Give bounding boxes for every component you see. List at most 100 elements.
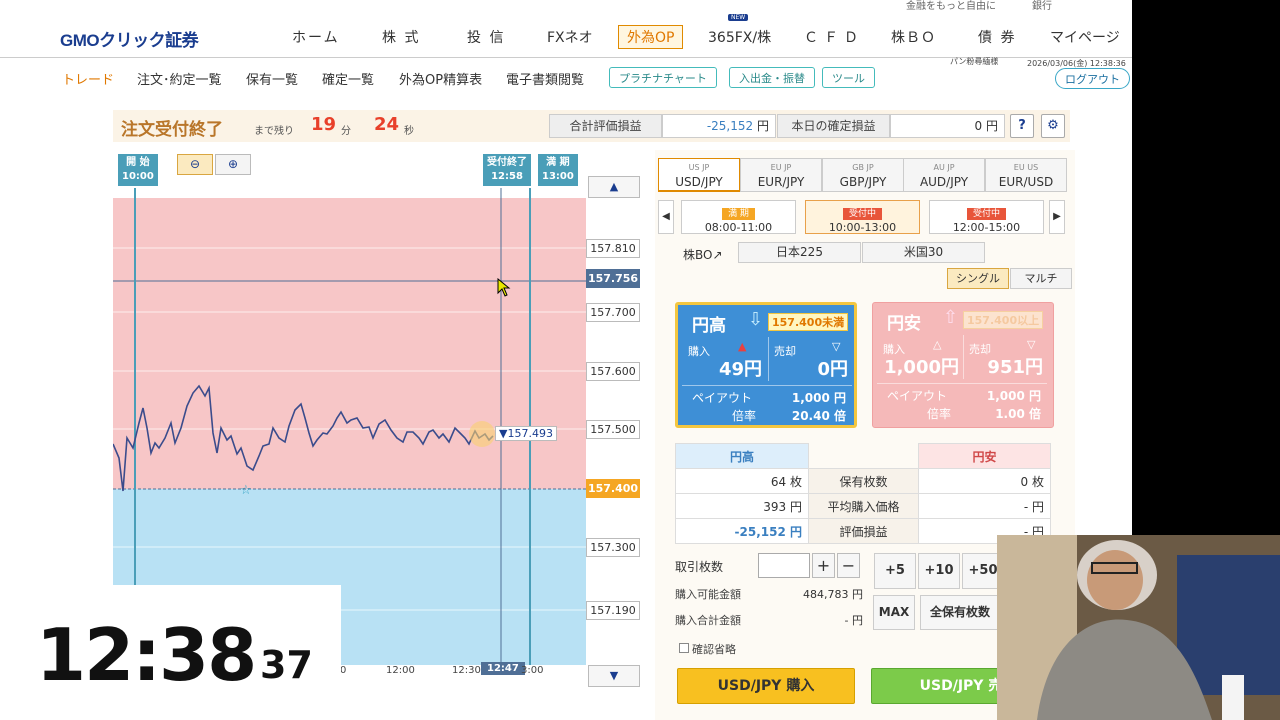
- webcam-image: [997, 535, 1280, 720]
- minus-button[interactable]: −: [837, 553, 860, 578]
- user-name: パン粉尋緬様: [950, 57, 999, 66]
- total-buy-value: - 円: [844, 614, 863, 627]
- slot-1000[interactable]: 受付中 10:00-13:00: [805, 200, 920, 234]
- table-row: -25,152 円 評価損益 - 円: [675, 518, 1051, 544]
- tools-button[interactable]: ツール: [822, 67, 875, 88]
- flag-icon: GB JP: [852, 163, 874, 172]
- pair-tab-eurjpy[interactable]: EU JP EUR/JPY: [740, 158, 822, 192]
- platinum-chart-button[interactable]: プラチナチャート: [609, 67, 717, 88]
- status-bar: 注文受付終了 まで残り 19 分 24 秒 合計評価損益 -25,152 円 本…: [113, 110, 1070, 142]
- scroll-down-button[interactable]: ▼: [588, 665, 640, 687]
- avail-label: 購入可能金額: [675, 588, 741, 601]
- zoom-out-icon[interactable]: ⊖: [177, 154, 213, 175]
- single-mode-button[interactable]: シングル: [947, 268, 1009, 289]
- payout-label: ペイアウト: [692, 391, 753, 405]
- kabubo-link[interactable]: 株BO↗: [683, 246, 723, 263]
- nikkei225-button[interactable]: 日本225: [738, 242, 861, 263]
- slot-1200[interactable]: 受付中 12:00-15:00: [929, 200, 1044, 234]
- trading-app: 金融をもっと自由に 銀行 GMOクリック証券 ホーム 株 式 投 信 FXネオ …: [0, 0, 1132, 720]
- payout-value: 1,000 円: [986, 389, 1041, 403]
- card-divider: [682, 385, 852, 386]
- nav-stocks[interactable]: 株 式: [382, 27, 420, 47]
- deposit-button[interactable]: 入出金・振替: [729, 67, 815, 88]
- slot-0800[interactable]: 満 期 08:00-11:00: [681, 200, 796, 234]
- clock-hm: 12:38: [36, 613, 257, 697]
- nav-funds[interactable]: 投 信: [467, 27, 505, 47]
- scroll-up-button[interactable]: ▲: [588, 176, 640, 198]
- strike-tag: 157.400: [586, 479, 640, 498]
- x-label-1230: 12:30: [452, 665, 481, 676]
- gear-icon[interactable]: ⚙: [1041, 114, 1065, 138]
- nav-kabubo[interactable]: 株ＢＯ: [891, 27, 936, 47]
- minutes-unit: 分: [341, 126, 351, 137]
- subnav-documents[interactable]: 電子書類閲覧: [506, 69, 584, 88]
- slot-prev-icon[interactable]: ◀: [658, 200, 674, 234]
- flag-icon: AU JP: [933, 163, 955, 172]
- table-row: 64 枚 保有枚数 0 枚: [675, 468, 1051, 494]
- dow30-button[interactable]: 米国30: [862, 242, 985, 263]
- pair-tab-audjpy[interactable]: AU JP AUD/JPY: [903, 158, 985, 192]
- arrow-up-icon: ⇧: [943, 307, 959, 328]
- skip-confirm-checkbox[interactable]: [679, 643, 689, 653]
- triangle-down-icon: ▽: [832, 340, 841, 353]
- subnav-holdings[interactable]: 保有一覧: [246, 69, 298, 88]
- price-tick-157190: 157.190: [586, 601, 640, 620]
- sell-price: 951円: [987, 357, 1043, 378]
- remain-label: まで残り: [254, 126, 294, 137]
- nav-mypage[interactable]: マイページ: [1050, 27, 1120, 47]
- logout-button[interactable]: ログアウト: [1055, 68, 1130, 89]
- nav-home[interactable]: ホーム: [292, 27, 340, 47]
- star-icon: ☆: [240, 483, 252, 498]
- pair-tab-eurusd[interactable]: EU US EUR/USD: [985, 158, 1067, 192]
- last-price-glow: [469, 421, 495, 447]
- subnav-settled[interactable]: 確定一覧: [322, 69, 374, 88]
- cell: 0 枚: [918, 468, 1051, 494]
- remain-minutes: 19: [311, 114, 337, 135]
- x-label-1200: 12:00: [386, 665, 415, 676]
- card-title: 円高: [692, 316, 726, 336]
- nav-bonds[interactable]: 債 券: [978, 27, 1016, 47]
- plus-button[interactable]: +: [812, 553, 835, 578]
- triangle-down-icon: ▽: [1027, 338, 1036, 351]
- nav-fxop[interactable]: 外為OP: [618, 25, 684, 49]
- total-pl-value: -25,152 円: [662, 114, 776, 138]
- avail-value: 484,783 円: [803, 588, 863, 601]
- subnav-statement[interactable]: 外為OP精算表: [399, 69, 482, 88]
- nav-365fx[interactable]: 365FX/株: [708, 27, 771, 47]
- buy-button[interactable]: USD/JPY 購入: [677, 668, 855, 704]
- cell: - 円: [918, 493, 1051, 519]
- help-icon[interactable]: ?: [1010, 114, 1034, 138]
- qty-input[interactable]: [758, 553, 810, 578]
- new-badge: NEW: [728, 14, 749, 21]
- all-holdings-button[interactable]: 全保有枚数: [920, 595, 1000, 630]
- rate-value: 20.40 倍: [791, 409, 846, 423]
- x-label-1300: 3:00: [521, 665, 544, 676]
- nav-fxneo[interactable]: FXネオ: [547, 27, 593, 47]
- nav-cfd[interactable]: ＣＦＤ: [804, 27, 864, 47]
- subnav-orders[interactable]: 注文･約定一覧: [137, 69, 222, 88]
- today-pl-label: 本日の確定損益: [777, 114, 890, 138]
- main-nav: GMOクリック証券 ホーム 株 式 投 信 FXネオ 外為OP NEW 365F…: [0, 12, 1132, 58]
- logo[interactable]: GMOクリック証券: [60, 26, 199, 51]
- subnav-trade[interactable]: トレード: [62, 69, 114, 88]
- yen-low-card[interactable]: 円安 ⇧ 157.400以上 購入 △ 1,000円 売却 ▽ 951円 ペイア…: [872, 302, 1054, 428]
- yen-high-card[interactable]: 円高 ⇩ 157.400未満 購入 ▲ 49円 売却 ▽ 0円 ペイアウト 1,…: [675, 302, 857, 428]
- pair-tab-gbpjpy[interactable]: GB JP GBP/JPY: [822, 158, 904, 192]
- card-title: 円安: [887, 314, 921, 334]
- tagline: 金融をもっと自由に: [906, 1, 996, 12]
- expiry-tag: 満 期 13:00: [538, 154, 578, 186]
- bank-link[interactable]: 銀行: [1032, 0, 1052, 12]
- pair-tab-usdjpy[interactable]: US JP USD/JPY: [658, 158, 740, 192]
- price-tick-157810: 157.810: [586, 239, 640, 258]
- rate-value: 1.00 倍: [995, 407, 1041, 421]
- today-pl-value: 0 円: [890, 114, 1005, 138]
- rate-label: 倍率: [732, 409, 757, 423]
- triangle-up-icon: △: [933, 338, 942, 351]
- inc-10-button[interactable]: +10: [918, 553, 960, 589]
- max-button[interactable]: MAX: [873, 595, 915, 630]
- cell: 平均購入価格: [808, 493, 919, 519]
- multi-mode-button[interactable]: マルチ: [1010, 268, 1072, 289]
- slot-next-icon[interactable]: ▶: [1049, 200, 1065, 234]
- zoom-in-icon[interactable]: ⊕: [215, 154, 251, 175]
- inc-5-button[interactable]: +5: [874, 553, 916, 589]
